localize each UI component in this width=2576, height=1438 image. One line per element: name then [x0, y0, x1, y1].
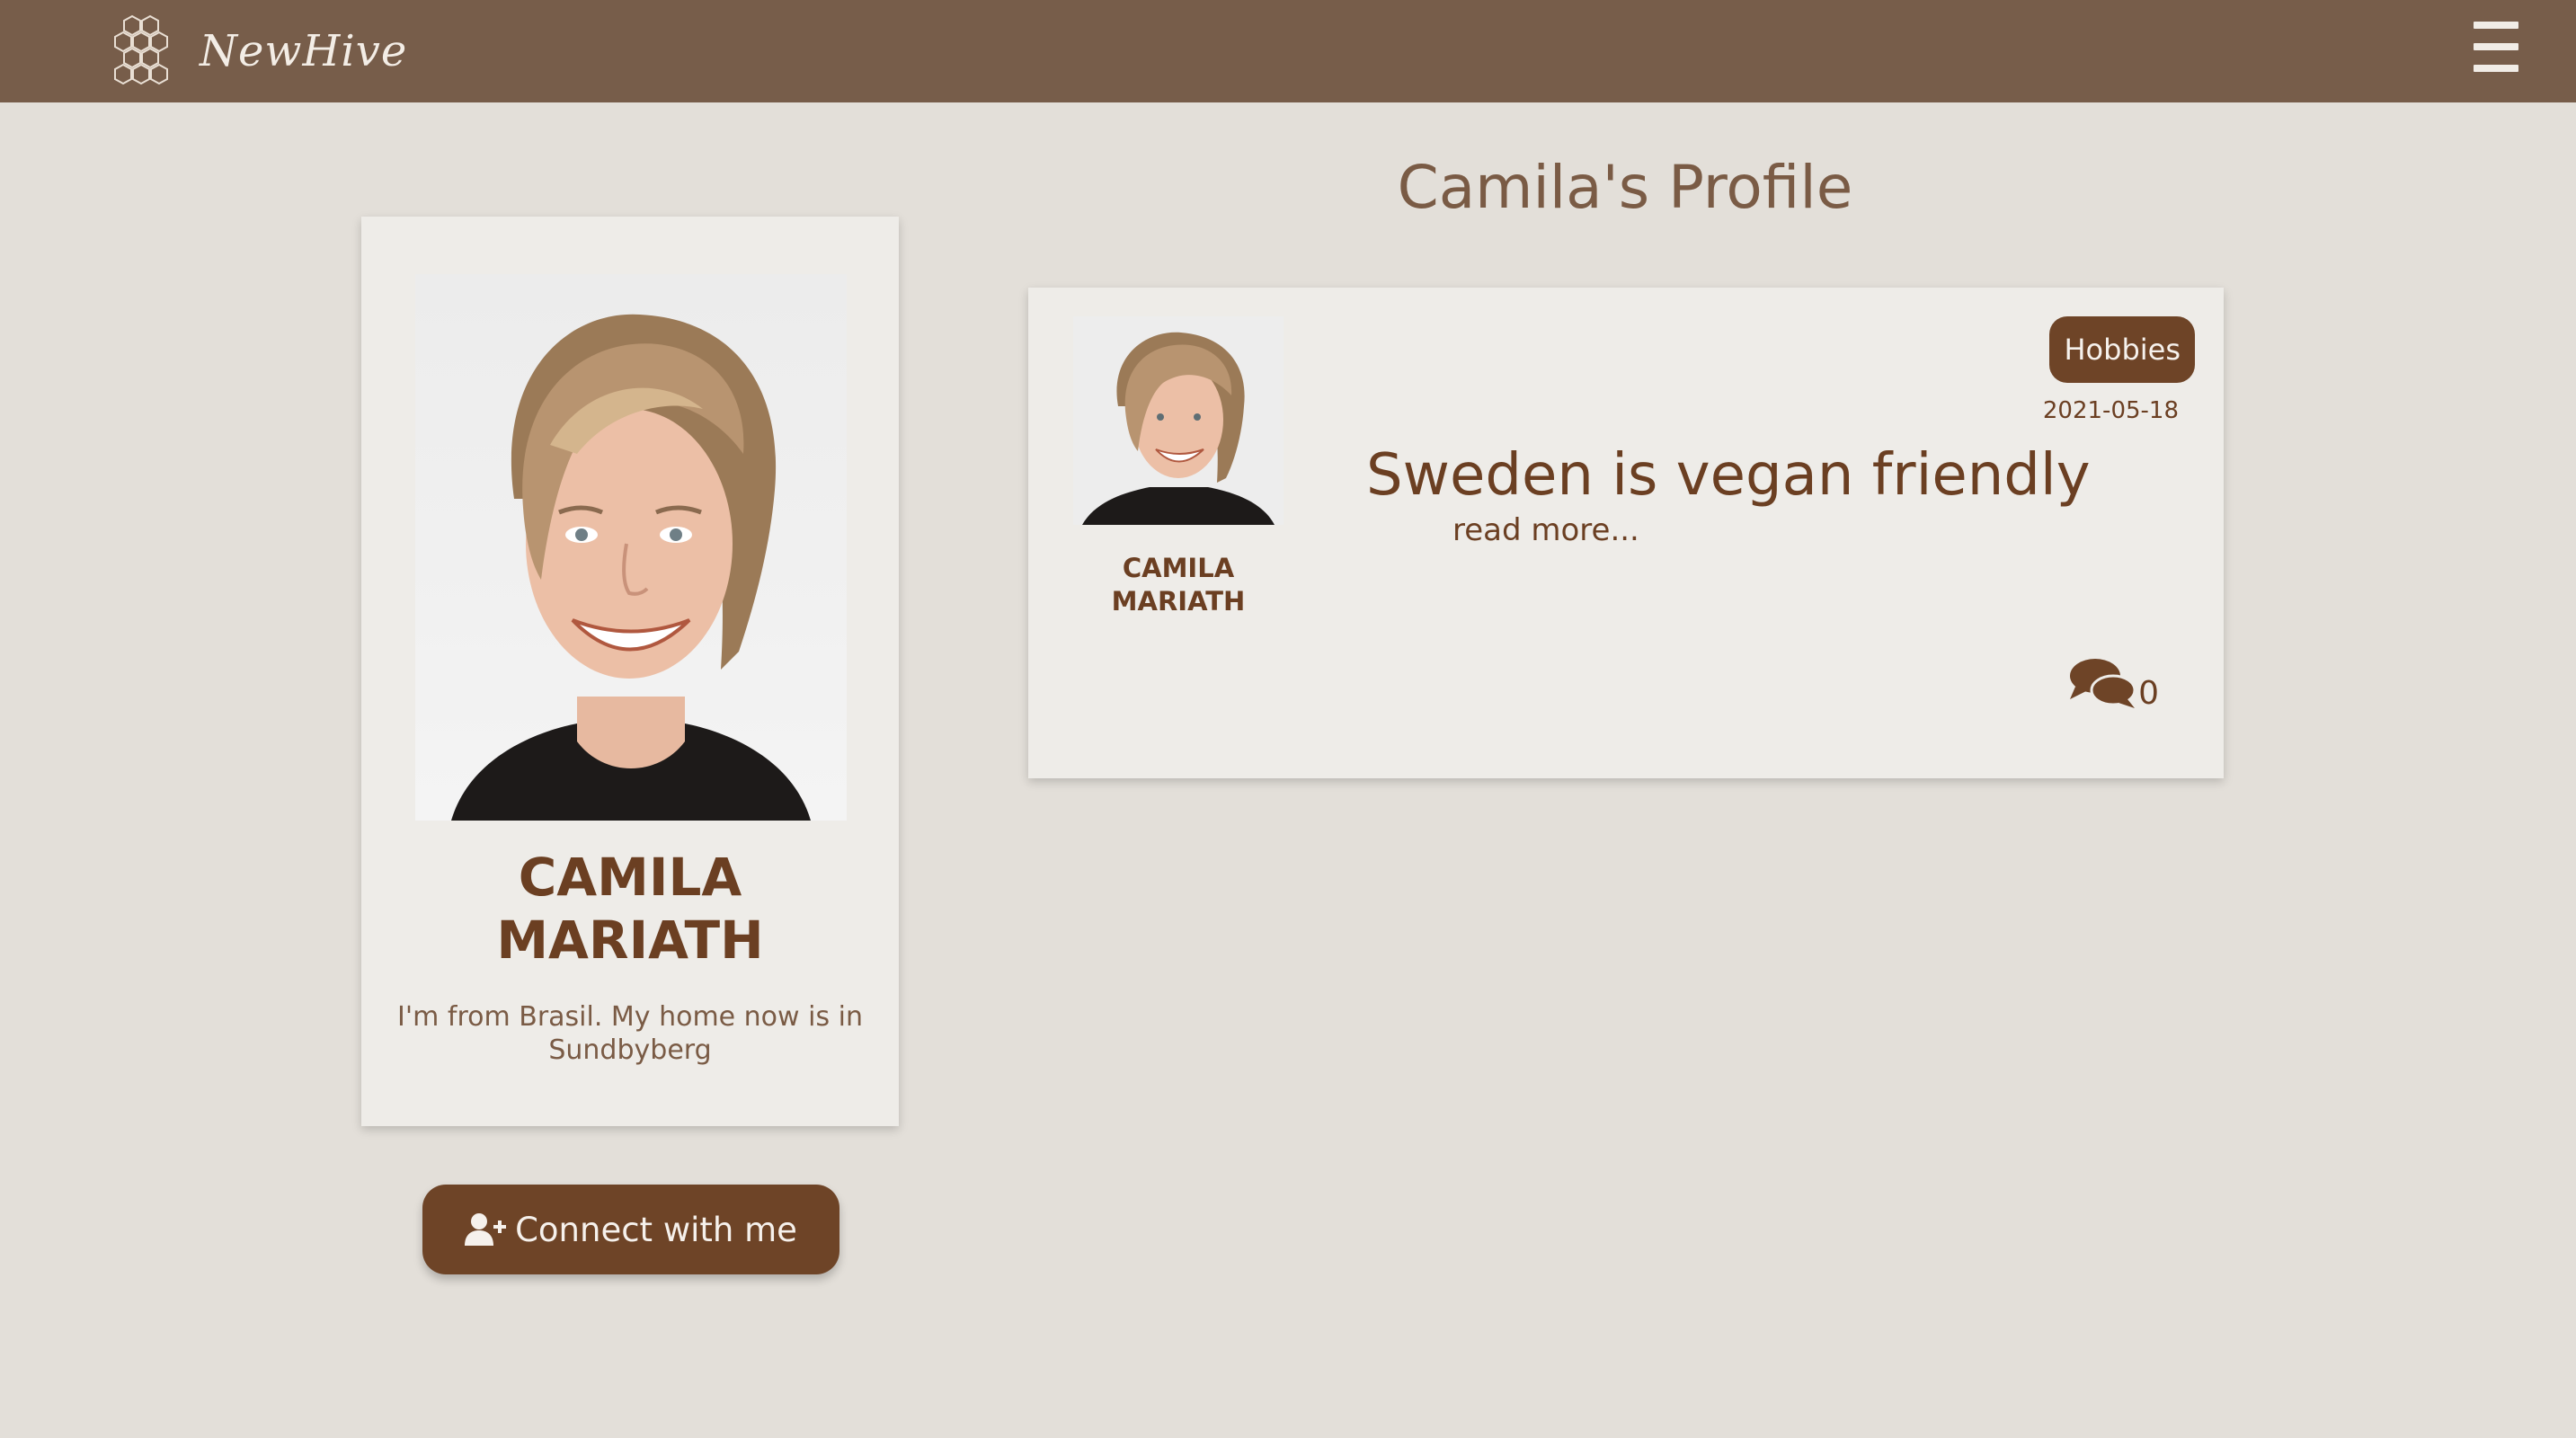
navbar: NewHive: [0, 0, 2576, 102]
post-date: 2021-05-18: [2042, 397, 2179, 424]
post-author-name[interactable]: CAMILA MARIATH: [1055, 552, 1301, 618]
brand-name: NewHive: [200, 26, 408, 76]
profile-bio: I'm from Brasil. My home now is in Sundb…: [397, 1001, 863, 1066]
brand-link[interactable]: NewHive: [101, 11, 407, 92]
post-author-avatar[interactable]: [1073, 316, 1284, 525]
post-title[interactable]: Sweden is vegan friendly: [1366, 442, 2091, 509]
hamburger-menu-icon[interactable]: [2474, 22, 2522, 72]
comment-count: 0: [2138, 675, 2159, 712]
category-badge[interactable]: Hobbies: [2049, 316, 2195, 383]
user-plus-icon: [465, 1213, 507, 1246]
post-card: CAMILA MARIATH Hobbies 2021-05-18 Sweden…: [1028, 288, 2224, 778]
profile-card: CAMILA MARIATH I'm from Brasil. My home …: [361, 217, 899, 1126]
comments-button[interactable]: 0: [2068, 656, 2159, 710]
profile-name-line2: MARIATH: [496, 910, 764, 971]
connect-button[interactable]: Connect with me: [422, 1185, 839, 1274]
profile-photo: [415, 274, 847, 821]
connect-button-label: Connect with me: [515, 1210, 797, 1249]
honeycomb-icon: [114, 14, 168, 85]
profile-name-line1: CAMILA: [518, 847, 742, 908]
page-title: Camila's Profile: [1397, 153, 1853, 222]
post-author-line2: MARIATH: [1111, 586, 1246, 617]
profile-name: CAMILA MARIATH: [361, 846, 899, 972]
comments-icon: [2070, 659, 2136, 708]
post-author-line1: CAMILA: [1122, 553, 1235, 583]
read-more-link[interactable]: read more...: [1452, 512, 1639, 548]
